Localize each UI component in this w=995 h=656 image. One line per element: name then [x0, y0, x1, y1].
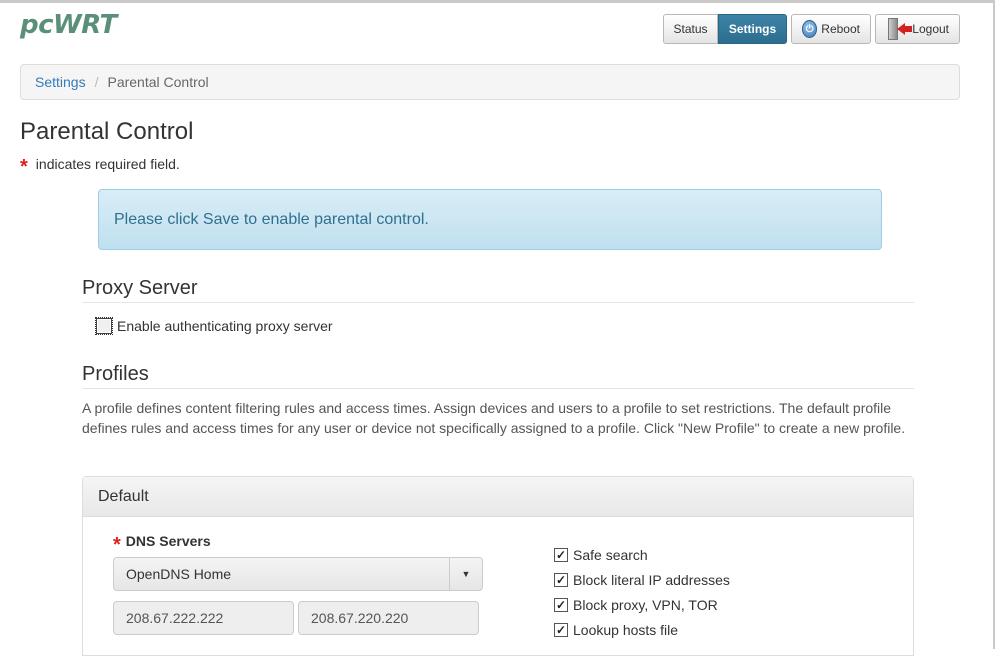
proxy-server-heading: Proxy Server [82, 277, 914, 303]
reboot-button[interactable]: ⏻ Reboot [791, 14, 871, 44]
breadcrumb-current: Parental Control [107, 74, 209, 90]
check-icon[interactable]: ✓ [554, 622, 568, 637]
breadcrumb-settings-link[interactable]: Settings [35, 74, 86, 90]
required-asterisk: * [20, 156, 28, 178]
default-profile-panel: Default * DNS Servers OpenDNS Home ▼ 208… [82, 476, 914, 656]
profile-options: ✓ Safe search ✓ Block literal IP address… [554, 542, 730, 642]
profiles-description: A profile defines content filtering rule… [82, 400, 906, 436]
proxy-checkbox-label: Enable authenticating proxy server [117, 318, 333, 334]
option-lookup-hosts-file[interactable]: ✓ Lookup hosts file [554, 617, 730, 642]
proxy-checkbox-row[interactable]: Enable authenticating proxy server [95, 317, 333, 335]
dns-provider-select[interactable]: OpenDNS Home ▼ [113, 557, 483, 591]
required-asterisk: * [113, 534, 121, 556]
option-block-literal-ip[interactable]: ✓ Block literal IP addresses [554, 567, 730, 592]
caret-down-icon[interactable]: ▼ [449, 558, 482, 590]
secondary-dns-field[interactable]: 208.67.220.220 [298, 601, 479, 635]
option-block-proxy-vpn-tor[interactable]: ✓ Block proxy, VPN, TOR [554, 592, 730, 617]
profiles-heading: Profiles [82, 363, 914, 389]
window-top-border [0, 0, 995, 3]
status-button[interactable]: Status [663, 14, 718, 44]
check-icon[interactable]: ✓ [554, 597, 568, 612]
option-safe-search[interactable]: ✓ Safe search [554, 542, 730, 567]
logo: pcWRT [20, 10, 117, 40]
logout-door-icon [886, 17, 912, 41]
breadcrumb-separator: / [94, 74, 99, 90]
settings-button[interactable]: Settings [718, 14, 787, 44]
settings-button-label: Settings [728, 22, 777, 36]
check-icon[interactable]: ✓ [554, 547, 568, 562]
breadcrumb: Settings / Parental Control [20, 64, 960, 100]
power-icon: ⏻ [802, 20, 818, 38]
reboot-button-label: Reboot [821, 22, 860, 36]
page-title: Parental Control [20, 118, 194, 145]
required-field-note: * indicates required field. [20, 156, 180, 178]
status-button-label: Status [673, 22, 708, 36]
primary-dns-field[interactable]: 208.67.222.222 [113, 601, 294, 635]
required-note-text: indicates required field. [35, 156, 180, 172]
proxy-checkbox[interactable] [95, 317, 113, 335]
info-alert: Please click Save to enable parental con… [98, 189, 882, 250]
dns-provider-value: OpenDNS Home [126, 566, 232, 582]
dns-servers-label-text: DNS Servers [125, 533, 211, 549]
option-label: Safe search [573, 546, 648, 563]
dns-servers-label: * DNS Servers [113, 533, 211, 556]
logout-button-label: Logout [912, 22, 949, 36]
main-nav: Status Settings [663, 14, 787, 44]
check-icon[interactable]: ✓ [554, 572, 568, 587]
info-alert-text: Please click Save to enable parental con… [114, 210, 429, 228]
option-label: Block literal IP addresses [573, 571, 730, 588]
option-label: Block proxy, VPN, TOR [573, 596, 718, 613]
option-label: Lookup hosts file [573, 621, 679, 638]
default-profile-heading: Default [83, 477, 913, 517]
logout-button[interactable]: Logout [875, 14, 960, 44]
